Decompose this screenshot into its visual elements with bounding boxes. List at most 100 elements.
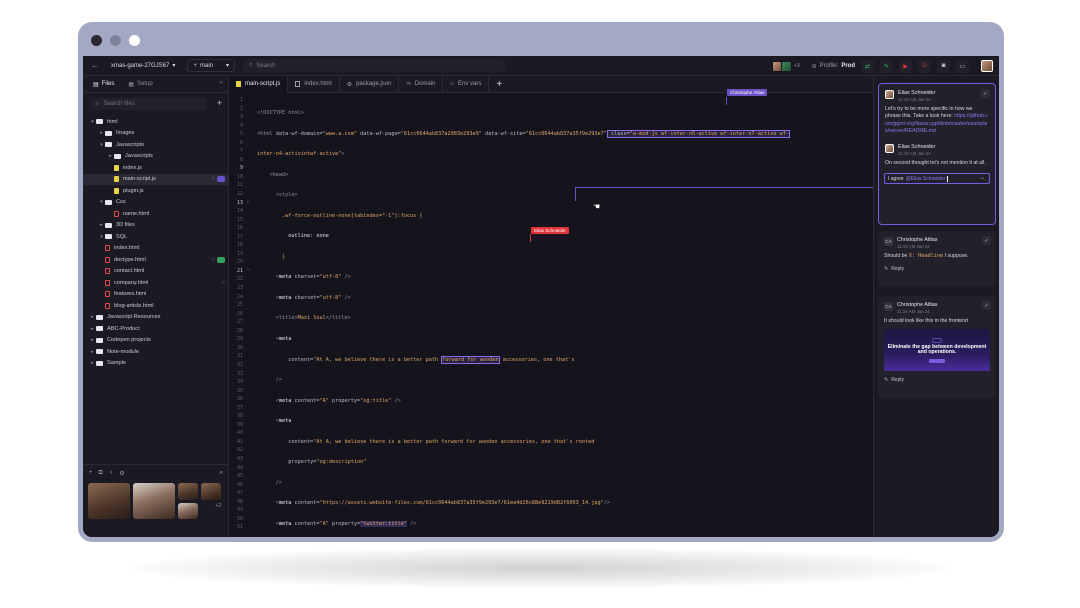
sidebar-item-label: features.html: [114, 291, 147, 298]
sidebar-item-note-module[interactable]: ▸ Note-module: [83, 346, 229, 358]
comment-connector: [575, 187, 576, 201]
chevron-right-icon: ▸: [91, 314, 94, 321]
resolve-check-icon[interactable]: ✓: [982, 236, 991, 245]
comment-marker-icon[interactable]: ◌: [247, 199, 250, 205]
lightbulb-icon[interactable]: ♁: [109, 470, 114, 477]
collapse-sidebar-icon[interactable]: «: [220, 80, 223, 86]
sidebar-item-label: name.html: [123, 210, 150, 217]
project-selector[interactable]: xmas-game-27GJS67 ▾: [111, 62, 175, 70]
close-dot[interactable]: [91, 35, 102, 46]
branch-selector[interactable]: ⑂ main ▾: [187, 59, 236, 72]
sidebar-item-plugin-js[interactable]: plugin.js: [83, 185, 229, 197]
reply-input[interactable]: I agree @Elias Schneider →: [884, 173, 990, 185]
sidebar-item-css[interactable]: ▾ Css: [83, 197, 229, 209]
minimize-dot[interactable]: [110, 35, 121, 46]
collapse-icon[interactable]: «: [220, 470, 223, 477]
folder-icon: [105, 234, 112, 240]
tab-domain[interactable]: ∞ Domain: [399, 75, 444, 93]
row-badges: ◌: [222, 280, 225, 286]
video-tile[interactable]: [178, 483, 198, 500]
add-file-icon[interactable]: +: [217, 98, 222, 108]
build-icon[interactable]: ✎: [880, 59, 893, 73]
tab-files-label: Files: [101, 81, 115, 87]
sidebar-item-images[interactable]: ▸ Images: [83, 128, 229, 140]
external-link-icon[interactable]: ⧉: [99, 470, 103, 477]
settings-icon[interactable]: ⚙: [119, 470, 124, 477]
reply-button[interactable]: ✎ Reply: [878, 260, 996, 278]
reply-button[interactable]: ✎ Reply: [878, 371, 996, 389]
line-number: 32: [236, 361, 243, 368]
add-tab-button[interactable]: +: [489, 79, 502, 90]
presence-avatars[interactable]: +3: [771, 60, 800, 72]
code-editor[interactable]: 1 2 3 4 5 6 7 8 9 10 11 12 13 14 15 16 17 18 19 20 21 22 23 24 2…: [229, 89, 873, 537]
video-tile[interactable]: [201, 483, 221, 500]
tab-env-vars[interactable]: ⌂ Env vars: [443, 75, 490, 93]
sidebar-item-blog-article-html[interactable]: blog-article.html: [83, 300, 229, 312]
plus-icon[interactable]: +: [89, 470, 93, 477]
comment-thread[interactable]: CA Christophe Atlias 11:16 AM Jan 24 ✓ I…: [878, 296, 996, 398]
resolve-check-icon[interactable]: ✓: [982, 301, 991, 310]
avatar: [780, 60, 792, 72]
sidebar-item-name-html[interactable]: name.html: [83, 208, 229, 220]
video-call-tiles: +2: [88, 483, 221, 519]
sidebar-item-sample[interactable]: ▸ Sample: [83, 358, 229, 370]
file-search-input[interactable]: ⌕ Search files: [91, 98, 207, 110]
video-more-count: +2: [215, 503, 221, 509]
tab-main-script[interactable]: main-script.js: [229, 75, 289, 93]
monitor-icon[interactable]: ▭: [956, 59, 969, 73]
sidebar-item-javascript-resources[interactable]: ▸ Javascript Resources: [83, 312, 229, 324]
sidebar-item-index-html[interactable]: index.html: [83, 243, 229, 255]
comment-connector: [575, 187, 873, 188]
gear-icon: ⚙: [346, 81, 353, 88]
comment-header: Elias Schneider 11:16 AM Jan 24 ✓: [879, 84, 995, 102]
code-area[interactable]: <!DOCTYPE html> <html data-wf-domain="ww…: [257, 97, 867, 537]
sidebar-item-3d-files[interactable]: ▸ 3D files: [83, 220, 229, 232]
sidebar-item-main-script-js[interactable]: main-script.js ◌: [83, 173, 229, 185]
sidebar-item-company-html[interactable]: company.html ◌: [83, 277, 229, 289]
screenshot-thumbnail[interactable]: Eliminate the gap between development an…: [884, 329, 990, 372]
line-number: 46: [236, 481, 243, 488]
comment-thread[interactable]: Elias Schneider 11:16 AM Jan 24 ✓ Let's …: [878, 83, 996, 225]
user-avatar[interactable]: [981, 60, 993, 72]
sidebar-item-abc-product[interactable]: ▸ ABC-Product: [83, 323, 229, 335]
global-search[interactable]: ⌕ Search: [243, 59, 506, 72]
merge-icon[interactable]: ⇄: [861, 59, 874, 73]
tab-label: index.html: [304, 81, 332, 87]
video-tile[interactable]: [133, 483, 175, 519]
sidebar-item-doctype-html[interactable]: doctype.html ◌: [83, 254, 229, 266]
video-tile[interactable]: [178, 503, 198, 519]
maximize-dot[interactable]: [129, 35, 140, 46]
video-tile[interactable]: [88, 483, 130, 519]
sidebar-item-javascripts[interactable]: ▸ Javascripts: [83, 151, 229, 163]
sidebar-item-sql[interactable]: ▾ SQL: [83, 231, 229, 243]
tab-index-html[interactable]: index.html: [288, 75, 340, 93]
sidebar-item-index-js[interactable]: index.js: [83, 162, 229, 174]
sidebar-item-features-html[interactable]: features.html: [83, 289, 229, 301]
run-icon[interactable]: ▶: [899, 59, 912, 73]
back-arrow-icon[interactable]: ←: [91, 61, 107, 70]
sidebar-item-contact-html[interactable]: contact.html: [83, 266, 229, 278]
line-number: 28: [236, 327, 243, 334]
sidebar-item-html[interactable]: ▾ html: [83, 116, 229, 128]
file-sidebar: ▤ Files ▦ Setup « ⌕ Search files + ▾ html…: [83, 76, 229, 537]
camera-icon[interactable]: ◙: [937, 59, 950, 73]
tab-files[interactable]: ▤ Files: [93, 81, 114, 88]
stop-icon[interactable]: ⏻: [918, 59, 931, 73]
tab-setup[interactable]: ▦ Setup: [128, 81, 152, 88]
tab-package-json[interactable]: ⚙ package.json: [340, 75, 400, 93]
window-frame: ← xmas-game-27GJS67 ▾ ⑂ main ▾ ⌕ Search …: [78, 22, 1004, 542]
profile-selector[interactable]: ⊖ Profile: Prod: [812, 63, 855, 70]
comment-thread[interactable]: CA Christophe Atlias 11:16 AM Jan 24 ✓ S…: [878, 231, 996, 287]
comment-marker-icon[interactable]: ◌: [247, 267, 250, 273]
sidebar-item-codepen-projects[interactable]: ▸ Codepen projects: [83, 335, 229, 347]
line-numbers: 1 2 3 4 5 6 7 8 9 10 11 12 13 14 15 16 17 18 19 20 21 22 23 24 2…: [229, 97, 245, 533]
folder-icon: [96, 314, 103, 320]
resolve-check-icon[interactable]: ✓: [981, 89, 990, 98]
line-number: 49: [236, 507, 243, 514]
code-line: content="At A, we believe there is a bet…: [288, 355, 575, 364]
reply-input-text: I agree: [888, 175, 904, 182]
comment-time: 11:16 AM Jan 24: [898, 150, 931, 156]
tab-label: Env vars: [458, 81, 482, 87]
sidebar-item-javascripts[interactable]: ▾ Javascripts: [83, 139, 229, 151]
send-arrow-icon[interactable]: →: [979, 175, 985, 181]
